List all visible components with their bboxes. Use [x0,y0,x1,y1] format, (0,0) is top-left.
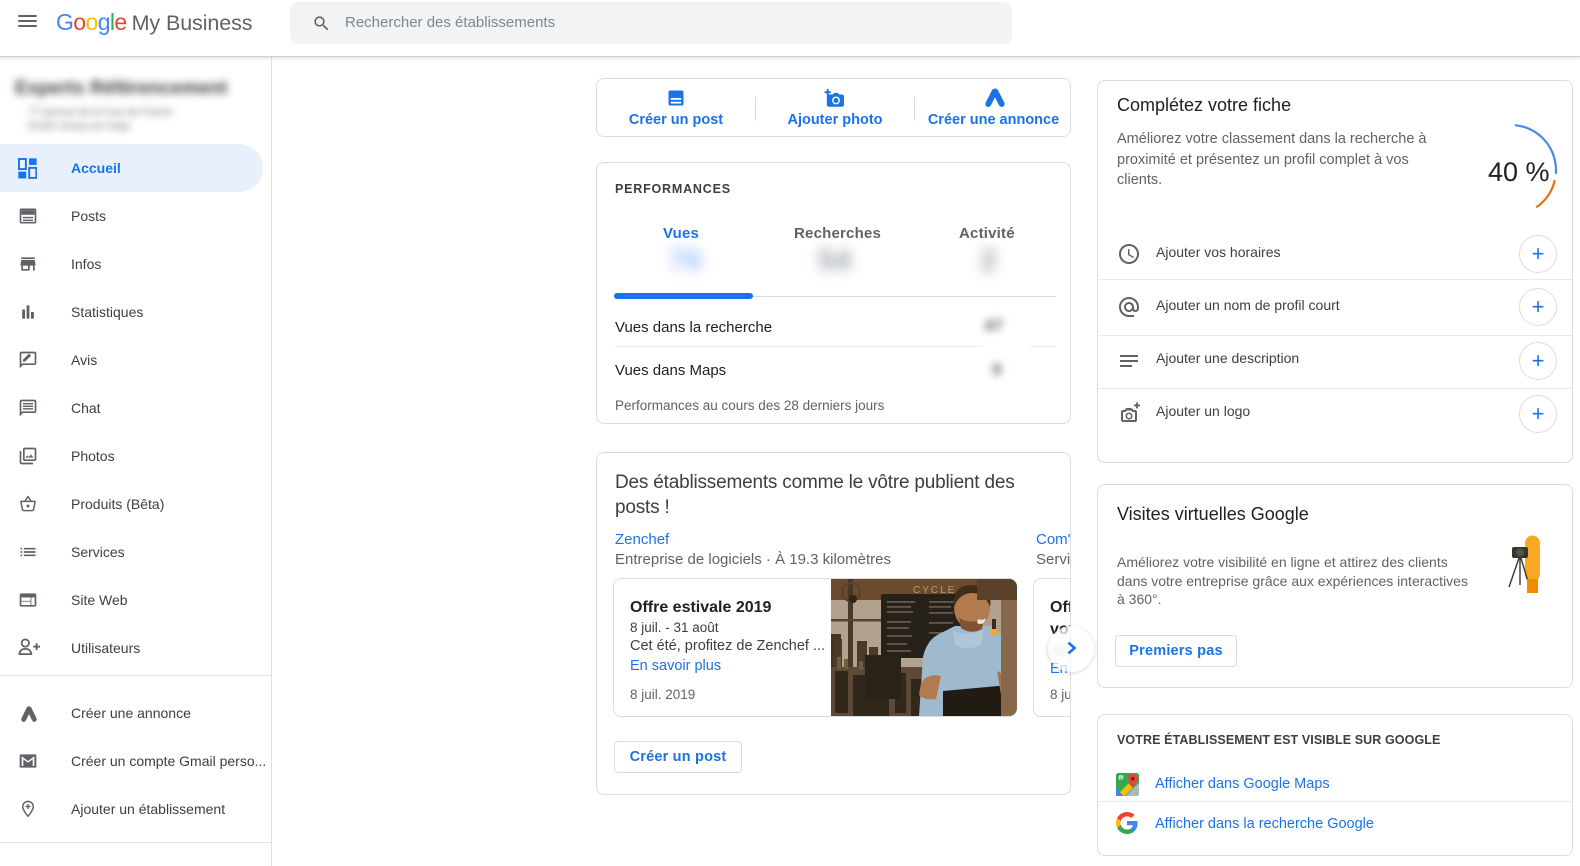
svg-text:G: G [1119,775,1123,781]
